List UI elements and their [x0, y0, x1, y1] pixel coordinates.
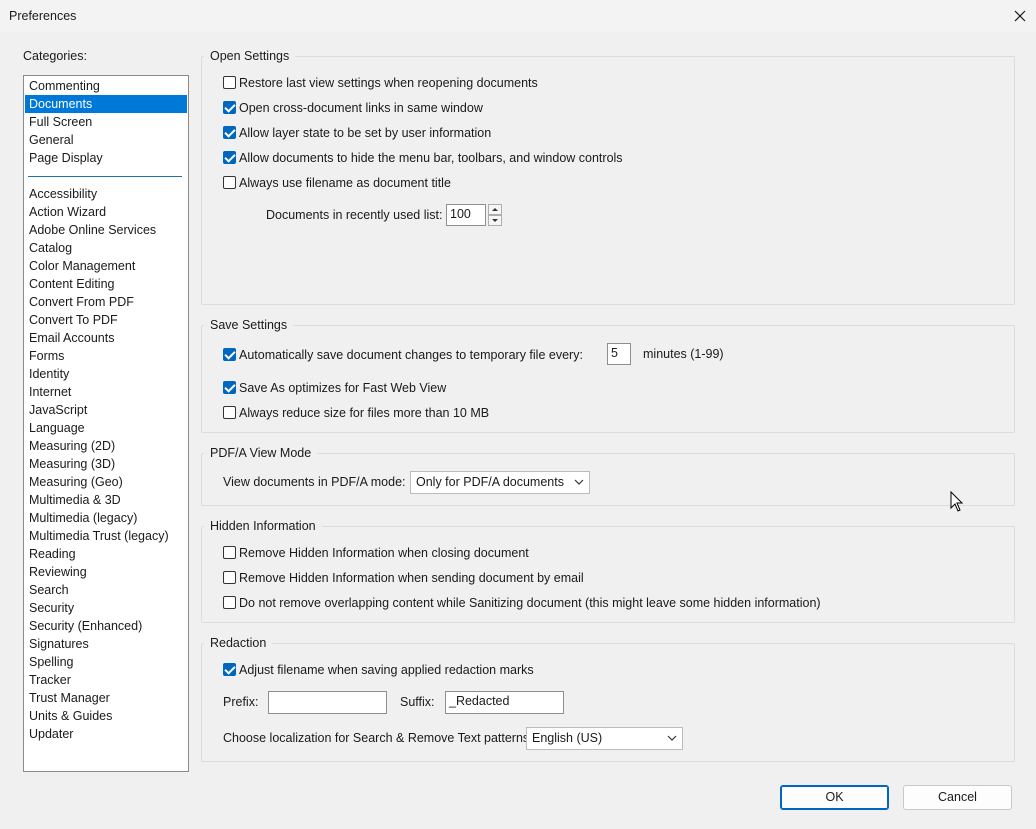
spin-down-icon[interactable]	[488, 215, 502, 226]
category-item[interactable]: Email Accounts	[25, 329, 187, 347]
category-item[interactable]: Units & Guides	[25, 707, 187, 725]
pdfa-mode-value: Only for PDF/A documents	[416, 475, 564, 489]
categories-list[interactable]: Commenting Documents Full Screen General…	[23, 75, 189, 772]
redaction-title: Redaction	[210, 636, 267, 650]
cross-doc-links-checkbox[interactable]	[223, 101, 236, 114]
category-item[interactable]: Search	[25, 581, 187, 599]
category-item[interactable]: Multimedia (legacy)	[25, 509, 187, 527]
layer-state-label: Allow layer state to be set by user info…	[239, 126, 492, 140]
autosave-checkbox[interactable]	[223, 348, 236, 361]
reduce-size-label: Always reduce size for files more than 1…	[239, 406, 490, 420]
recent-list-label: Documents in recently used list:	[266, 208, 443, 222]
pdfa-title: PDF/A View Mode	[210, 446, 312, 460]
cross-doc-links-label: Open cross-document links in same window	[239, 101, 483, 115]
category-item[interactable]: Action Wizard	[25, 203, 187, 221]
recent-list-spinner[interactable]	[488, 204, 502, 226]
hidden-closing-label: Remove Hidden Information when closing d…	[239, 546, 529, 560]
localization-select[interactable]: English (US)	[526, 727, 683, 750]
category-item[interactable]: Language	[25, 419, 187, 437]
pdfa-mode-select[interactable]: Only for PDF/A documents	[410, 471, 590, 494]
categories-label: Categories:	[23, 49, 87, 63]
category-item[interactable]: Full Screen	[25, 113, 187, 131]
filename-title-checkbox[interactable]	[223, 176, 236, 189]
overlap-sanitize-checkbox[interactable]	[223, 596, 236, 609]
hidden-info-title: Hidden Information	[210, 519, 316, 533]
adjust-filename-label: Adjust filename when saving applied reda…	[239, 663, 534, 677]
ok-button[interactable]: OK	[780, 785, 889, 810]
open-settings-title: Open Settings	[210, 49, 290, 63]
autosave-label: Automatically save document changes to t…	[239, 348, 583, 362]
category-item[interactable]: Security	[25, 599, 187, 617]
category-item[interactable]: Convert From PDF	[25, 293, 187, 311]
hide-menubar-checkbox[interactable]	[223, 151, 236, 164]
category-item[interactable]: Multimedia & 3D	[25, 491, 187, 509]
spin-up-icon[interactable]	[488, 204, 502, 215]
adjust-filename-checkbox[interactable]	[223, 663, 236, 676]
prefix-label: Prefix:	[223, 695, 259, 709]
category-item[interactable]: Updater	[25, 725, 187, 743]
category-item[interactable]: Signatures	[25, 635, 187, 653]
category-item[interactable]: Measuring (Geo)	[25, 473, 187, 491]
category-item-selected[interactable]: Documents	[25, 95, 187, 113]
restore-view-label: Restore last view settings when reopenin…	[239, 76, 538, 90]
localization-value: English (US)	[532, 731, 603, 745]
chevron-down-icon	[574, 475, 584, 489]
hide-menubar-label: Allow documents to hide the menu bar, to…	[239, 151, 623, 165]
category-item[interactable]: Reviewing	[25, 563, 187, 581]
fast-web-view-label: Save As optimizes for Fast Web View	[239, 381, 447, 395]
restore-view-checkbox[interactable]	[223, 76, 236, 89]
category-item[interactable]: JavaScript	[25, 401, 187, 419]
category-item[interactable]: Measuring (3D)	[25, 455, 187, 473]
category-item[interactable]: Identity	[25, 365, 187, 383]
window-title: Preferences	[9, 9, 77, 23]
cancel-button[interactable]: Cancel	[903, 785, 1012, 810]
hidden-email-checkbox[interactable]	[223, 571, 236, 584]
category-item[interactable]: Page Display	[25, 149, 187, 167]
autosave-minutes-input[interactable]: 5	[607, 343, 631, 365]
category-item[interactable]: Commenting	[25, 77, 187, 95]
category-item[interactable]: Accessibility	[25, 185, 187, 203]
category-item[interactable]: Measuring (2D)	[25, 437, 187, 455]
category-item[interactable]: Multimedia Trust (legacy)	[25, 527, 187, 545]
category-item[interactable]: Spelling	[25, 653, 187, 671]
filename-title-label: Always use filename as document title	[239, 176, 451, 190]
category-item[interactable]: Internet	[25, 383, 187, 401]
close-icon[interactable]	[1008, 4, 1032, 28]
category-item[interactable]: Tracker	[25, 671, 187, 689]
save-settings-title: Save Settings	[210, 318, 288, 332]
overlap-sanitize-label: Do not remove overlapping content while …	[239, 596, 821, 610]
suffix-input[interactable]: _Redacted	[445, 691, 564, 714]
category-item[interactable]: Catalog	[25, 239, 187, 257]
category-item[interactable]: Convert To PDF	[25, 311, 187, 329]
recent-list-input[interactable]: 100	[446, 204, 486, 226]
hidden-closing-checkbox[interactable]	[223, 546, 236, 559]
hidden-email-label: Remove Hidden Information when sending d…	[239, 571, 584, 585]
category-item[interactable]: General	[25, 131, 187, 149]
prefix-input[interactable]	[268, 691, 387, 714]
suffix-label: Suffix:	[400, 695, 435, 709]
chevron-down-icon	[667, 731, 677, 745]
category-item[interactable]: Adobe Online Services	[25, 221, 187, 239]
category-separator	[28, 176, 182, 177]
category-item[interactable]: Reading	[25, 545, 187, 563]
category-item[interactable]: Security (Enhanced)	[25, 617, 187, 635]
layer-state-checkbox[interactable]	[223, 126, 236, 139]
reduce-size-checkbox[interactable]	[223, 406, 236, 419]
category-item[interactable]: Forms	[25, 347, 187, 365]
category-item[interactable]: Content Editing	[25, 275, 187, 293]
autosave-units-label: minutes (1-99)	[643, 347, 724, 361]
category-item[interactable]: Trust Manager	[25, 689, 187, 707]
category-item[interactable]: Color Management	[25, 257, 187, 275]
pdfa-mode-label: View documents in PDF/A mode:	[223, 475, 406, 489]
title-bar	[0, 0, 1036, 32]
localization-label: Choose localization for Search & Remove …	[223, 731, 533, 745]
fast-web-view-checkbox[interactable]	[223, 381, 236, 394]
mouse-cursor-icon	[950, 490, 964, 516]
